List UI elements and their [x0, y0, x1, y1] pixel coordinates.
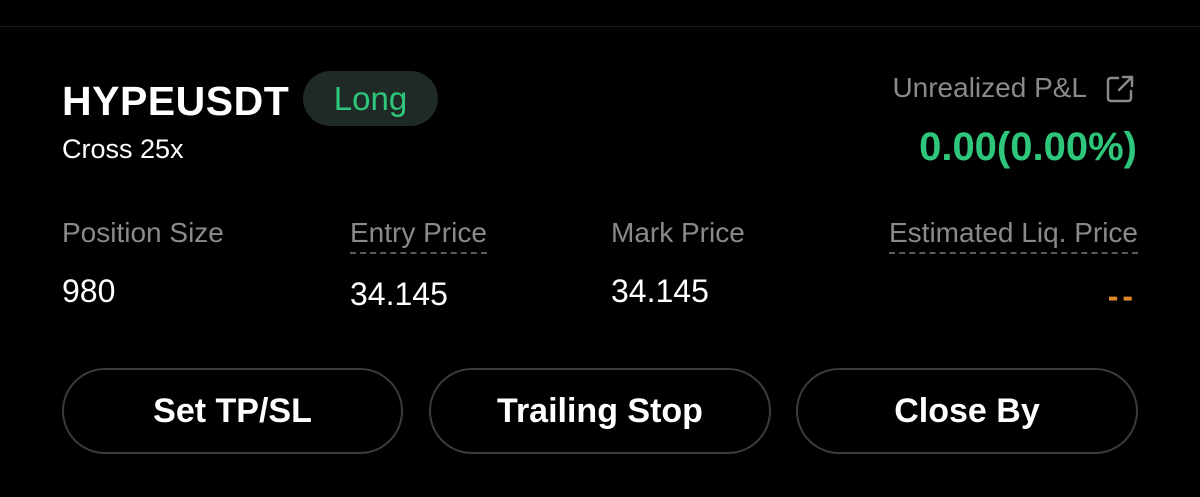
share-icon[interactable] — [1104, 73, 1136, 105]
unrealized-pnl-value: 0.00(0.00%) — [919, 125, 1137, 169]
position-size-value: 980 — [62, 273, 116, 309]
estimated-liq-price-value: -- — [1107, 278, 1137, 314]
trailing-stop-button[interactable]: Trailing Stop — [429, 368, 771, 454]
margin-mode-label: Cross 25x — [62, 134, 184, 164]
side-badge: Long — [303, 71, 438, 126]
close-by-button[interactable]: Close By — [796, 368, 1138, 454]
estimated-liq-price-label[interactable]: Estimated Liq. Price — [889, 216, 1138, 254]
set-tpsl-button[interactable]: Set TP/SL — [62, 368, 403, 454]
mark-price-label: Mark Price — [611, 217, 745, 248]
mark-price-value: 34.145 — [611, 273, 709, 309]
entry-price-label[interactable]: Entry Price — [350, 216, 487, 254]
entry-price-value: 34.145 — [350, 276, 448, 312]
unrealized-pnl-label: Unrealized P&L — [892, 72, 1087, 103]
position-card: HYPEUSDT Long Cross 25x Unrealized P&L 0… — [0, 0, 1200, 497]
symbol-title[interactable]: HYPEUSDT — [62, 79, 289, 123]
position-size-label: Position Size — [62, 217, 224, 248]
top-divider — [0, 26, 1200, 27]
